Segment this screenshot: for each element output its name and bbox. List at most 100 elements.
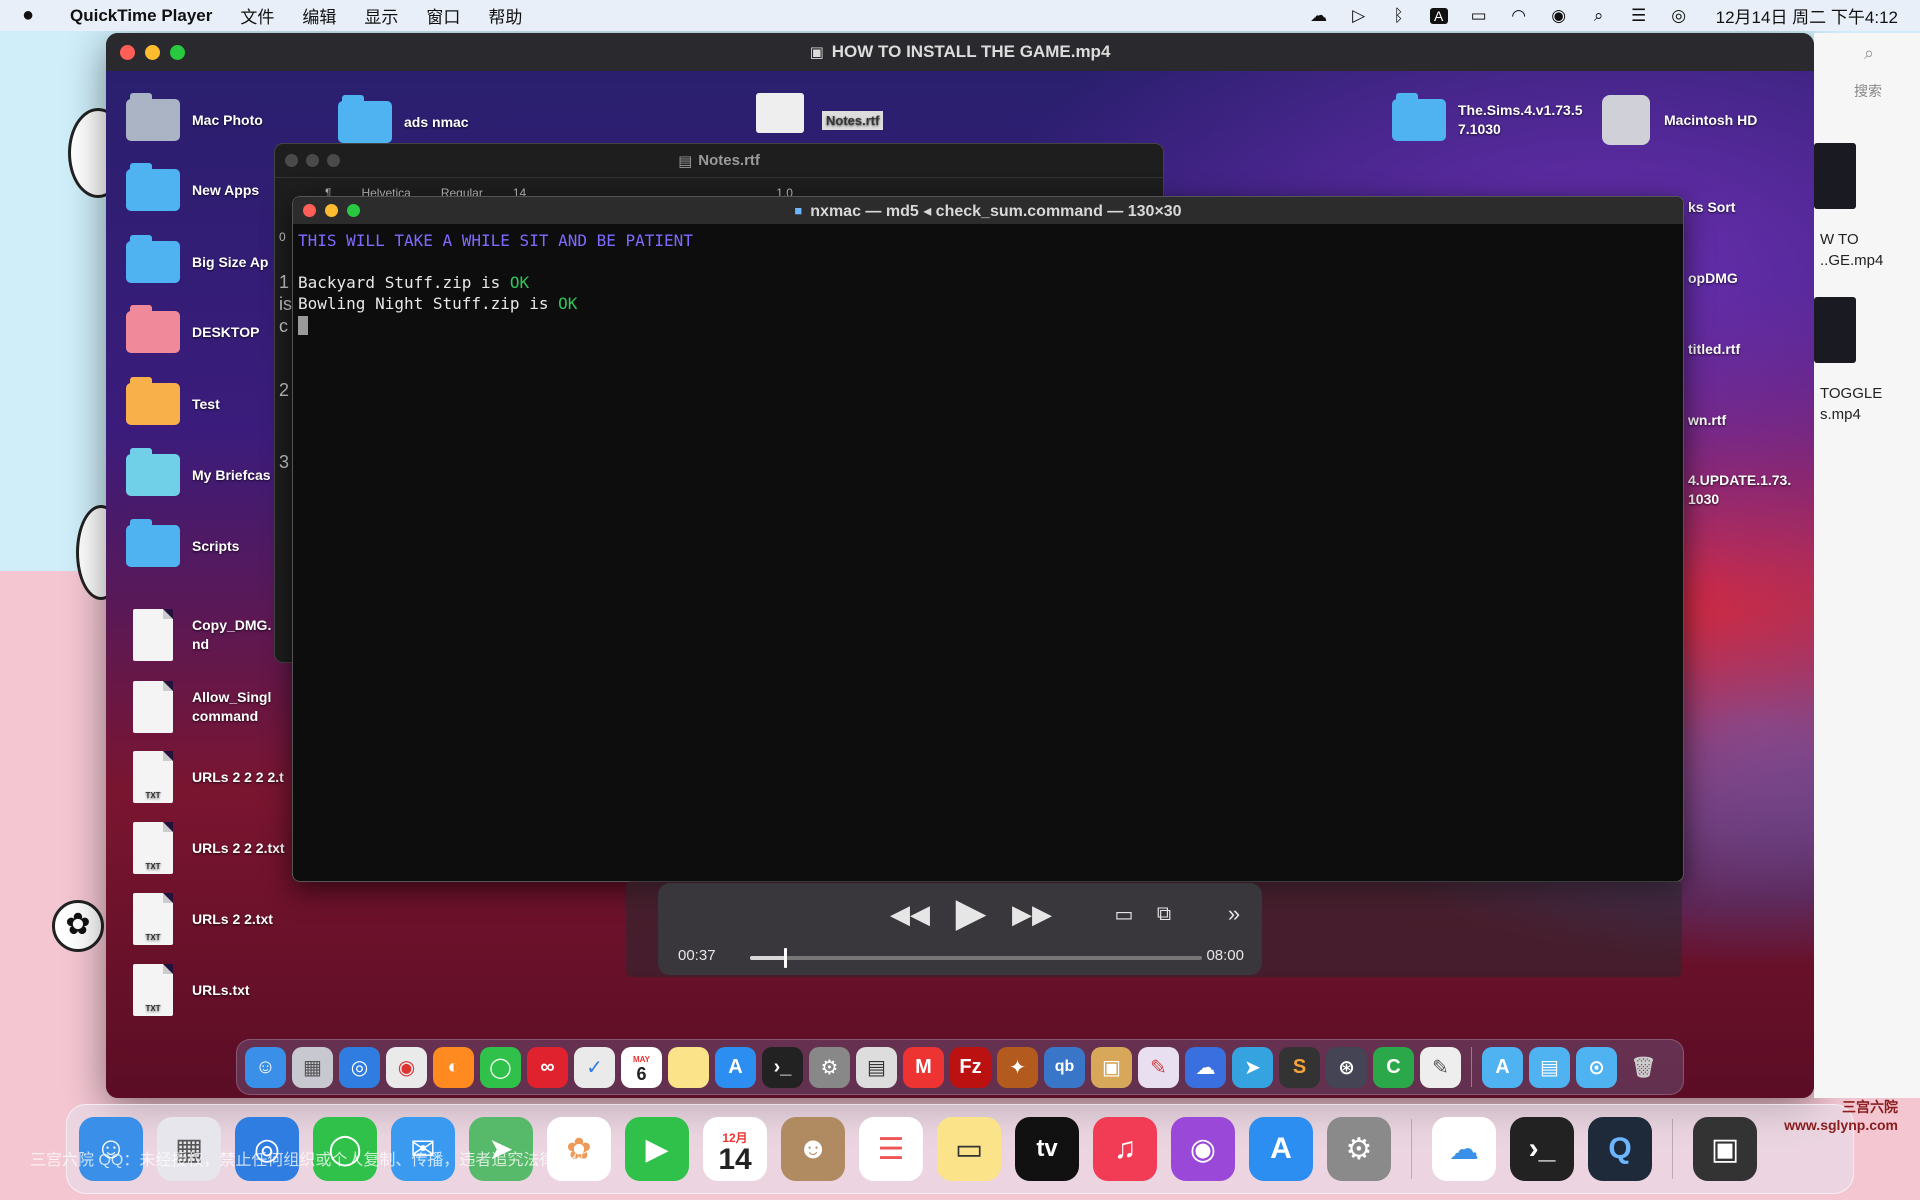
menu-window[interactable]: 窗口 [426,3,460,28]
music-icon[interactable]: ♫ [1093,1117,1157,1181]
network-icon: ⊛ [1326,1046,1367,1088]
notes-margin-text: c [279,316,288,336]
contacts-icon[interactable]: ☻ [781,1117,845,1181]
rocket-icon: ✦ [997,1046,1038,1088]
input-method-icon[interactable]: A [1429,7,1448,24]
picture-in-picture-icon[interactable]: ⧉ [1148,899,1180,929]
search-icon[interactable]: ⌕ [1590,6,1608,26]
minimize-button[interactable] [145,45,160,60]
quicktime-window: ▣ HOW TO INSTALL THE GAME.mp4 ads nmac N… [106,33,1814,1098]
wifi-icon[interactable]: ◠ [1510,6,1528,26]
close-button[interactable] [120,45,135,60]
app-menu[interactable]: QuickTime Player [70,6,212,26]
finder-icon: ☺ [245,1046,286,1088]
reminders-icon[interactable]: ☰ [859,1117,923,1181]
app-store-icon[interactable]: A [1249,1117,1313,1181]
playback-scrubber[interactable] [750,948,1202,968]
close-button[interactable] [303,204,316,217]
apple-tv-icon[interactable]: tv [1015,1117,1079,1181]
creative-cloud-icon[interactable]: ☁ [1432,1117,1496,1181]
terminal-line: Bowling Night Stuff.zip is OK [298,294,578,313]
video-thumbnail[interactable] [1814,143,1856,209]
battery-icon[interactable]: ▭ [1470,6,1488,26]
terminal-window[interactable]: ■ nxmac — md5 ◂ check_sum.command — 130×… [292,196,1684,882]
menu-file[interactable]: 文件 [240,3,274,28]
quicktime-titlebar[interactable]: ▣ HOW TO INSTALL THE GAME.mp4 [106,33,1814,71]
launchpad-icon: ▦ [292,1046,333,1088]
playback-controls: ◀◀ ▶ ▶▶ ▭ ⧉ » 00:37 08:00 [658,883,1262,975]
siri-icon[interactable]: ◎ [1670,6,1688,26]
current-time: 00:37 [678,947,716,964]
calculator-icon: ▤ [856,1046,897,1088]
rtf-file-icon [756,93,804,133]
play-circle-icon[interactable]: ▷ [1350,6,1368,26]
play-icon[interactable]: ▶ [948,891,994,935]
flower-decoration: ✿ [52,900,104,952]
terminal-output[interactable]: THIS WILL TAKE A WHILE SIT AND BE PATIEN… [293,224,1683,341]
close-button [285,154,298,167]
scrubber-handle[interactable] [783,948,787,968]
terminal-prompt-line [298,314,1678,335]
txt-file-icon: TXT [133,751,173,803]
menubar-clock[interactable]: 12月14日 周二 下午4:12 [1716,3,1898,28]
zoom-button[interactable] [347,204,360,217]
menu-help[interactable]: 帮助 [488,3,522,28]
txt-file-icon: TXT [133,893,173,945]
terminal-titlebar[interactable]: ■ nxmac — md5 ◂ check_sum.command — 130×… [293,197,1683,224]
host-file-label[interactable]: TOGGLE s.mp4 [1820,383,1882,425]
menu-edit[interactable]: 编辑 [302,3,336,28]
menu-view[interactable]: 显示 [364,3,398,28]
notes-window-controls [285,154,340,167]
ok-status: OK [558,294,578,313]
inner-txt-urls-222: TXT URLs 2 2 2.txt [126,822,302,874]
documents-folder-icon: ▤ [1529,1046,1570,1088]
inner-label-titled-rtf: titled.rtf [1688,341,1741,357]
inner-disk-hd: Macintosh HD [1602,95,1774,145]
bluetooth-icon[interactable]: ᛒ [1390,6,1408,26]
movie-file-icon: ▣ [809,44,824,61]
video-frame[interactable]: ads nmac Notes.rtf The.Sims.4.v1.73.5 7.… [106,71,1814,1098]
inner-folder-sims: The.Sims.4.v1.73.5 7.1030 [1392,93,1608,141]
folder-icon [126,93,180,141]
apple-menu-icon[interactable]: ● [22,4,50,27]
search-label[interactable]: 搜索 [1854,81,1882,101]
creative-cloud-icon[interactable]: ☁ [1310,6,1328,26]
menubar: ● QuickTime Player 文件 编辑 显示 窗口 帮助 ☁ ▷ ᛒ … [0,0,1920,31]
minimize-button[interactable] [325,204,338,217]
facetime-icon[interactable]: ▶ [625,1117,689,1181]
zoom-button [327,154,340,167]
podcasts-icon[interactable]: ◉ [1171,1117,1235,1181]
corner-logo: 三宫六院 www.sglynp.com [1784,1099,1898,1133]
user-icon[interactable]: ◉ [1550,6,1568,26]
inner-label-ks-sort: ks Sort [1688,199,1736,215]
notes-margin-text: 0 [279,230,286,244]
textedit-icon: ✎ [1420,1046,1461,1088]
terminal-cursor [298,316,308,335]
notes-margin-text: is [279,294,292,314]
system-preferences-icon[interactable]: ⚙ [1327,1117,1391,1181]
minimized-window-thumbnail[interactable]: ▣ [1693,1117,1757,1181]
folder-icon [126,377,180,425]
notes-icon [668,1046,709,1088]
fast-forward-icon[interactable]: ▶▶ [1012,897,1052,931]
search-icon[interactable]: ⌕ [1864,43,1874,64]
control-center-icon[interactable]: ☰ [1630,6,1648,26]
rewind-icon[interactable]: ◀◀ [890,897,930,931]
notes-icon[interactable]: ▭ [937,1117,1001,1181]
inner-label-wn-rtf: wn.rtf [1688,412,1727,428]
host-finder-window: ⌕ 搜索 W TO ..GE.mp4 TOGGLE s.mp4 [1814,33,1920,1098]
folder-icon [1392,93,1446,141]
host-file-label[interactable]: W TO ..GE.mp4 [1820,229,1883,271]
calendar-icon[interactable]: 12月 14 [703,1117,767,1181]
video-thumbnail[interactable] [1814,297,1856,363]
zoom-button[interactable] [170,45,185,60]
applications-folder-icon: A [1482,1046,1523,1088]
more-chevron-icon[interactable]: » [1218,899,1250,929]
airplay-icon[interactable]: ▭ [1108,899,1140,929]
pixelmator-icon: ✎ [1138,1046,1179,1088]
quicktime-icon[interactable]: Q [1588,1117,1652,1181]
folder-icon [126,163,180,211]
inner-txt-urls: TXT URLs.txt [126,964,302,1016]
terminal-icon[interactable]: ›_ [1510,1117,1574,1181]
